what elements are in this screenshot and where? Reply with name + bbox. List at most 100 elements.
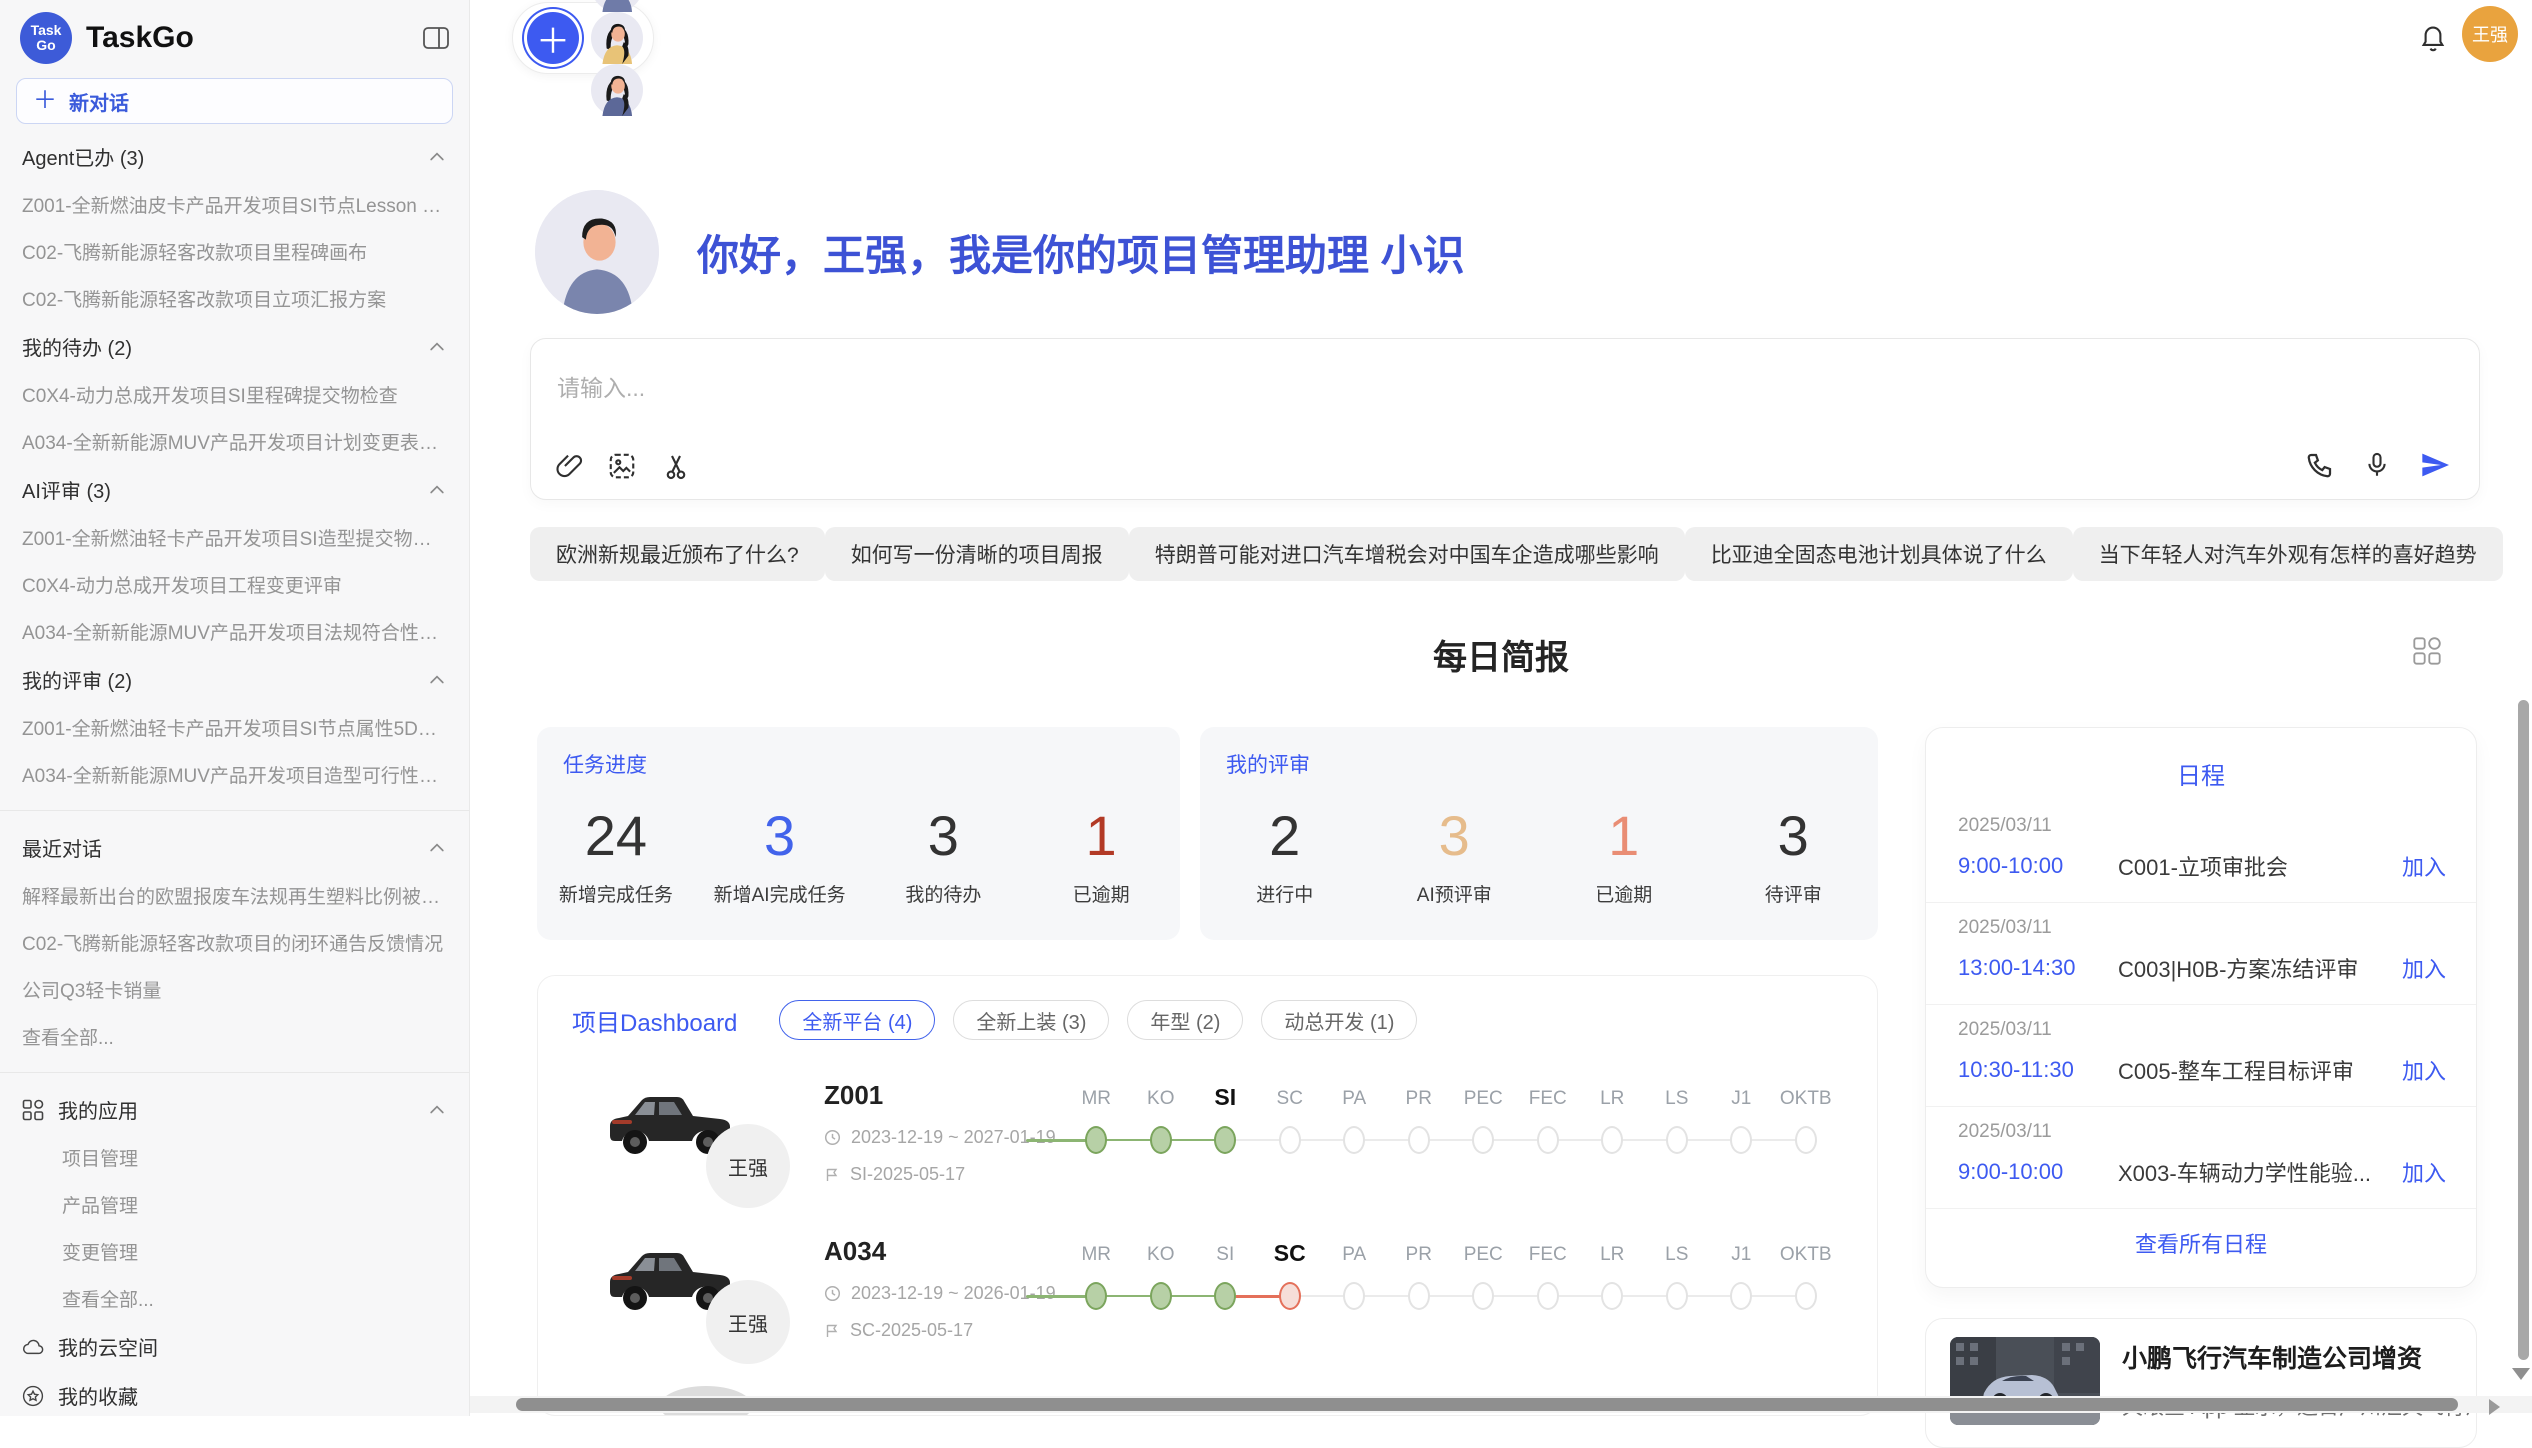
- stat-value: 3: [1733, 808, 1853, 864]
- add-session-button[interactable]: ＋: [527, 12, 579, 64]
- scroll-down-arrow-icon[interactable]: [2512, 1368, 2530, 1380]
- sidebar-task-item[interactable]: C02-飞腾新能源轻客改款项目里程碑画布: [0, 228, 469, 275]
- image-icon[interactable]: [607, 451, 637, 481]
- milestone-node[interactable]: [1795, 1126, 1817, 1154]
- chevron-up-icon[interactable]: [427, 670, 447, 690]
- milestone-node[interactable]: [1343, 1126, 1365, 1154]
- milestone-node[interactable]: [1730, 1282, 1752, 1310]
- member-avatar[interactable]: [591, 0, 643, 12]
- microphone-icon[interactable]: [2363, 450, 2391, 480]
- milestone-node[interactable]: [1085, 1282, 1107, 1310]
- milestone-node[interactable]: [1279, 1126, 1301, 1154]
- notifications-bell-icon[interactable]: [2418, 22, 2448, 54]
- dashboard-tab[interactable]: 年型 (2): [1127, 1000, 1243, 1040]
- milestone-node[interactable]: [1085, 1126, 1107, 1154]
- suggestion-chip[interactable]: 如何写一份清晰的项目周报: [825, 527, 1129, 581]
- milestone-node[interactable]: [1795, 1282, 1817, 1310]
- my-apps-header[interactable]: 我的应用: [0, 1085, 469, 1134]
- sidebar-item-favorites[interactable]: 我的收藏: [0, 1371, 469, 1416]
- project-code[interactable]: A034: [824, 1236, 1056, 1267]
- project-owner-avatar[interactable]: 王强: [706, 1124, 790, 1208]
- chevron-up-icon[interactable]: [427, 1100, 447, 1120]
- news-card[interactable]: 小鹏飞行汽车制造公司增资 天眼查 App 显示，近日广州汇天飞行汽...: [1925, 1318, 2477, 1448]
- project-code[interactable]: Z001: [824, 1080, 1056, 1111]
- session-switcher: ＋: [512, 2, 654, 74]
- milestone-node[interactable]: [1730, 1126, 1752, 1154]
- new-chat-button[interactable]: ＋ 新对话: [16, 78, 453, 124]
- chevron-up-icon[interactable]: [427, 147, 447, 167]
- dashboard-tab[interactable]: 全新平台 (4): [779, 1000, 935, 1040]
- suggestion-chip[interactable]: 比亚迪全固态电池计划具体说了什么: [1685, 527, 2073, 581]
- sidebar-task-item[interactable]: C02-飞腾新能源轻客改款项目立项汇报方案: [0, 275, 469, 322]
- sidebar-collapse-icon[interactable]: [423, 27, 449, 49]
- sidebar-section-header[interactable]: Agent已办 (3): [0, 132, 469, 181]
- join-meeting-link[interactable]: 加入: [2402, 850, 2446, 882]
- milestone-node[interactable]: [1408, 1126, 1430, 1154]
- recent-conversation-item[interactable]: 公司Q3轻卡销量: [0, 966, 469, 1013]
- chevron-up-icon[interactable]: [427, 480, 447, 500]
- join-meeting-link[interactable]: 加入: [2402, 952, 2446, 984]
- milestone-node[interactable]: [1214, 1282, 1236, 1310]
- suggestion-chip[interactable]: 当下年轻人对汽车外观有怎样的喜好趋势: [2073, 527, 2503, 581]
- recent-conversation-item[interactable]: C02-飞腾新能源轻客改款项目的闭环通告反馈情况: [0, 919, 469, 966]
- join-meeting-link[interactable]: 加入: [2402, 1156, 2446, 1188]
- chevron-up-icon[interactable]: [427, 337, 447, 357]
- sidebar-task-item[interactable]: Z001-全新燃油皮卡产品开发项目SI节点Lesson Learn报告: [0, 181, 469, 228]
- sidebar-task-item[interactable]: A034-全新新能源MUV产品开发项目法规符合性评审: [0, 608, 469, 655]
- view-all-schedule-link[interactable]: 查看所有日程: [1926, 1227, 2476, 1259]
- vertical-scrollbar[interactable]: [2518, 700, 2529, 1360]
- attachment-icon[interactable]: [555, 451, 583, 481]
- recent-conversation-item[interactable]: 解释最新出台的欧盟报废车法规再生塑料比例被调至15%...: [0, 872, 469, 919]
- horizontal-scrollbar-thumb[interactable]: [516, 1398, 2458, 1411]
- sidebar-section-header[interactable]: 我的评审 (2): [0, 655, 469, 704]
- sidebar-task-item[interactable]: C0X4-动力总成开发项目工程变更评审: [0, 561, 469, 608]
- sidebar-item-cloud-space[interactable]: 我的云空间: [0, 1322, 469, 1371]
- recent-conversations-header[interactable]: 最近对话: [0, 823, 469, 872]
- schedule-name: C001-立项审批会: [2118, 850, 2388, 882]
- milestone-node[interactable]: [1150, 1282, 1172, 1310]
- suggestion-chip[interactable]: 欧洲新规最近颁布了什么?: [530, 527, 825, 581]
- user-avatar[interactable]: 王强: [2462, 6, 2518, 62]
- scissors-icon[interactable]: [661, 451, 691, 481]
- sidebar-task-item[interactable]: A034-全新新能源MUV产品开发项目造型可行性评审: [0, 751, 469, 798]
- stat-column: 2进行中: [1225, 808, 1345, 907]
- app-sub-item[interactable]: 查看全部...: [0, 1275, 469, 1322]
- milestone-node[interactable]: [1537, 1282, 1559, 1310]
- milestone-node[interactable]: [1472, 1282, 1494, 1310]
- briefing-layout-icon[interactable]: [2412, 636, 2442, 666]
- sidebar-section-header[interactable]: 我的待办 (2): [0, 322, 469, 371]
- dashboard-tab[interactable]: 全新上装 (3): [953, 1000, 1109, 1040]
- milestone-node[interactable]: [1666, 1282, 1688, 1310]
- chat-input[interactable]: [555, 367, 2359, 441]
- sidebar-task-item[interactable]: A034-全新新能源MUV产品开发项目计划变更表编写: [0, 418, 469, 465]
- sidebar-section-header[interactable]: AI评审 (3): [0, 465, 469, 514]
- milestone-node[interactable]: [1343, 1282, 1365, 1310]
- view-all-conversations-link[interactable]: 查看全部...: [0, 1013, 469, 1060]
- sidebar-task-item[interactable]: Z001-全新燃油轻卡产品开发项目SI节点属性5D文件评审: [0, 704, 469, 751]
- suggestion-chip[interactable]: 特朗普可能对进口汽车增税会对中国车企造成哪些影响: [1129, 527, 1685, 581]
- app-sub-item[interactable]: 项目管理: [0, 1134, 469, 1181]
- app-sub-item[interactable]: 产品管理: [0, 1181, 469, 1228]
- app-sub-item[interactable]: 变更管理: [0, 1228, 469, 1275]
- sidebar-task-item[interactable]: Z001-全新燃油轻卡产品开发项目SI造型提交物评审: [0, 514, 469, 561]
- phone-icon[interactable]: [2305, 450, 2335, 480]
- milestone-node[interactable]: [1150, 1126, 1172, 1154]
- milestone-node[interactable]: [1537, 1126, 1559, 1154]
- milestone-node[interactable]: [1601, 1126, 1623, 1154]
- sidebar-task-item[interactable]: C0X4-动力总成开发项目SI里程碑提交物检查: [0, 371, 469, 418]
- milestone-node[interactable]: [1666, 1126, 1688, 1154]
- dashboard-tab[interactable]: 动总开发 (1): [1261, 1000, 1417, 1040]
- milestone-node[interactable]: [1279, 1282, 1301, 1310]
- chevron-up-icon[interactable]: [427, 838, 447, 858]
- milestone-node[interactable]: [1472, 1126, 1494, 1154]
- scroll-right-arrow-icon[interactable]: [2489, 1399, 2500, 1415]
- milestone-node[interactable]: [1601, 1282, 1623, 1310]
- send-icon[interactable]: [2419, 449, 2451, 481]
- chat-input-box[interactable]: [530, 338, 2480, 500]
- milestone-node[interactable]: [1214, 1126, 1236, 1154]
- join-meeting-link[interactable]: 加入: [2402, 1054, 2446, 1086]
- milestone-node[interactable]: [1408, 1282, 1430, 1310]
- project-owner-avatar[interactable]: 王强: [706, 1280, 790, 1364]
- member-avatar[interactable]: [591, 64, 643, 116]
- member-avatar[interactable]: [591, 12, 643, 64]
